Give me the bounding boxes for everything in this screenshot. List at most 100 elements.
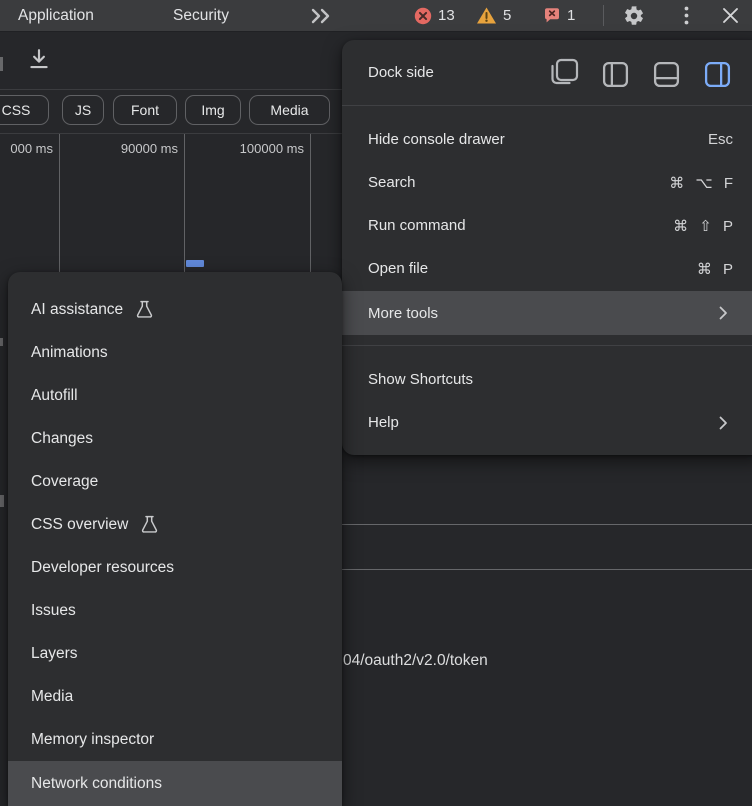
timeline-gridline — [310, 134, 311, 272]
submenu-item-network-conditions[interactable]: Network conditions — [8, 761, 342, 806]
filter-chip-font[interactable]: Font — [113, 95, 177, 125]
dock-bottom-icon — [652, 60, 681, 89]
menu-item-hide-console-drawer[interactable]: Hide console drawer Esc — [342, 118, 752, 161]
more-tabs-button[interactable] — [306, 0, 336, 31]
submenu-item-autofill[interactable]: Autofill — [8, 374, 342, 417]
submenu-item-label: Developer resources — [31, 559, 174, 577]
submenu-item-layers[interactable]: Layers — [8, 632, 342, 675]
toolbar-separator — [603, 5, 604, 26]
download-icon — [26, 47, 52, 73]
menu-item-more-tools[interactable]: More tools — [342, 291, 752, 335]
submenu-item-css-overview[interactable]: CSS overview — [8, 503, 342, 546]
submenu-item-label: Autofill — [31, 387, 78, 405]
error-icon — [414, 7, 432, 25]
submenu-item-ai-assistance[interactable]: AI assistance — [8, 288, 342, 331]
menu-item-show-shortcuts[interactable]: Show Shortcuts — [342, 358, 752, 401]
menu-shortcut: Esc — [708, 131, 733, 148]
more-tools-submenu: AI assistance Animations Autofill Change… — [8, 272, 342, 806]
filter-chip-label: JS — [75, 102, 91, 118]
dock-right-button-selected[interactable] — [702, 59, 732, 89]
experiment-flask-icon — [134, 299, 155, 320]
submenu-item-label: Memory inspector — [31, 731, 154, 749]
submenu-item-issues[interactable]: Issues — [8, 589, 342, 632]
issue-count: 1 — [567, 7, 575, 24]
filter-chip-label: Media — [270, 102, 308, 118]
menu-shortcut: ⌘ ⌥ F — [669, 174, 733, 192]
close-icon — [722, 7, 739, 24]
menu-item-search[interactable]: Search ⌘ ⌥ F — [342, 161, 752, 204]
submenu-item-label: Issues — [31, 602, 76, 620]
dock-left-icon — [601, 60, 630, 89]
filter-row-divider — [0, 133, 342, 134]
menu-item-label: Help — [368, 414, 399, 431]
timeline-gridline — [59, 134, 60, 272]
customize-menu-button[interactable] — [676, 0, 696, 31]
dock-undock-button[interactable] — [547, 57, 581, 87]
submenu-item-media[interactable]: Media — [8, 675, 342, 718]
experiment-flask-icon — [139, 514, 160, 535]
error-count: 13 — [438, 7, 455, 24]
timeline-gridline — [184, 134, 185, 272]
filter-chip-img[interactable]: Img — [185, 95, 241, 125]
toolbar-divider — [0, 89, 342, 90]
submenu-chevron-icon — [719, 306, 728, 320]
submenu-chevron-icon — [719, 416, 728, 430]
menu-item-label: More tools — [368, 305, 438, 322]
submenu-item-animations[interactable]: Animations — [8, 331, 342, 374]
submenu-item-label: Coverage — [31, 473, 98, 491]
submenu-item-label: Layers — [31, 645, 78, 663]
issues-badge[interactable]: 1 — [543, 0, 575, 31]
clipped-text-fragment — [0, 495, 4, 507]
close-devtools-button[interactable] — [718, 0, 742, 31]
clipped-text-fragment — [0, 338, 3, 346]
menu-item-label: Show Shortcuts — [368, 371, 473, 388]
request-row-divider — [342, 569, 752, 570]
menu-separator — [342, 105, 752, 106]
menu-item-run-command[interactable]: Run command ⌘ ⇧ P — [342, 204, 752, 247]
filter-chip-js[interactable]: JS — [62, 95, 104, 125]
clipped-toolbar-icon — [0, 57, 3, 71]
menu-shortcut: ⌘ ⇧ P — [673, 217, 733, 235]
submenu-item-memory-inspector[interactable]: Memory inspector — [8, 718, 342, 761]
filter-chip-label: CSS — [2, 102, 31, 118]
download-har-button[interactable] — [26, 47, 52, 73]
submenu-item-changes[interactable]: Changes — [8, 417, 342, 460]
menu-shortcut: ⌘ P — [697, 260, 733, 278]
devtools-main-menu: Dock side Hide console drawer Esc Search… — [342, 40, 752, 455]
menu-item-label: Open file — [368, 260, 428, 277]
request-row-divider — [342, 524, 752, 525]
submenu-item-coverage[interactable]: Coverage — [8, 460, 342, 503]
request-url: 04/oauth2/v2.0/token — [343, 652, 488, 670]
filter-chip-label: Img — [201, 102, 224, 118]
undock-icon — [548, 57, 580, 87]
submenu-item-label: Changes — [31, 430, 93, 448]
warning-count: 5 — [503, 7, 511, 24]
dock-bottom-button[interactable] — [651, 59, 681, 89]
filter-chip-css[interactable]: CSS — [0, 95, 49, 125]
kebab-menu-icon — [684, 6, 689, 25]
menu-separator — [342, 345, 752, 346]
waterfall-request-bar[interactable] — [186, 260, 204, 267]
submenu-item-developer-resources[interactable]: Developer resources — [8, 546, 342, 589]
filter-chip-media[interactable]: Media — [249, 95, 330, 125]
settings-button[interactable] — [620, 0, 647, 31]
dock-side-label: Dock side — [368, 53, 434, 93]
timeline-tick: 100000 ms — [238, 140, 304, 158]
submenu-item-label: Network conditions — [31, 775, 162, 793]
submenu-item-label: AI assistance — [31, 301, 123, 319]
devtools-tab-bar: Application Security 13 5 1 — [0, 0, 752, 32]
timeline-tick: 90000 ms — [106, 140, 178, 158]
menu-item-label: Run command — [368, 217, 466, 234]
menu-item-label: Hide console drawer — [368, 131, 505, 148]
dock-right-icon — [703, 60, 732, 89]
console-warnings-badge[interactable]: 5 — [476, 0, 511, 31]
console-errors-badge[interactable]: 13 — [414, 0, 455, 31]
timeline-tick: 000 ms — [7, 140, 53, 158]
menu-item-help[interactable]: Help — [342, 401, 752, 444]
menu-item-open-file[interactable]: Open file ⌘ P — [342, 247, 752, 290]
tab-security[interactable]: Security — [173, 0, 229, 31]
dock-left-button[interactable] — [600, 59, 630, 89]
issue-bubble-icon — [543, 7, 561, 24]
double-chevron-right-icon — [309, 7, 333, 25]
tab-application[interactable]: Application — [18, 0, 94, 31]
